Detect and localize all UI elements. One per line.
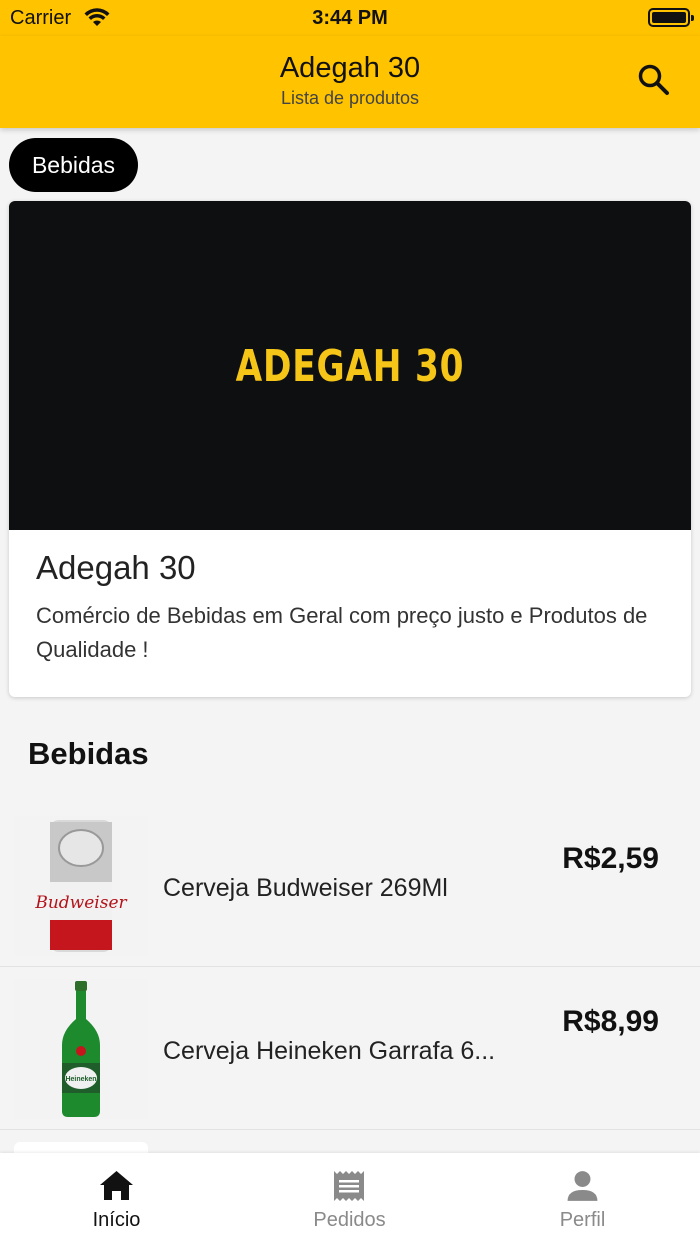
receipt-icon <box>334 1171 364 1201</box>
home-icon <box>100 1171 133 1200</box>
svg-text:Budweiser: Budweiser <box>34 893 127 913</box>
bottom-tab-bar: Início Pedidos Perfil <box>0 1153 700 1244</box>
search-icon[interactable] <box>636 62 672 98</box>
section-title: Bebidas <box>28 736 149 771</box>
person-icon <box>567 1171 598 1201</box>
product-price: R$2,59 <box>562 842 659 875</box>
page-title: Adegah 30 <box>279 52 421 84</box>
tab-label: Perfil <box>559 1209 606 1231</box>
store-description: Comércio de Bebidas em Geral com preço j… <box>36 603 648 662</box>
category-chip-bebidas[interactable]: Bebidas <box>9 138 138 192</box>
store-logo: ADEGAH 30 <box>235 341 465 392</box>
store-name: Adegah 30 <box>36 549 196 586</box>
tab-pedidos[interactable]: Pedidos <box>233 1153 466 1244</box>
page-subtitle: Lista de produtos <box>280 88 420 108</box>
app-bar: Adegah 30 Lista de produtos <box>0 36 700 128</box>
battery-icon <box>648 8 694 27</box>
tab-perfil[interactable]: Perfil <box>466 1153 699 1244</box>
tab-label: Início <box>92 1209 141 1231</box>
heineken-bottle-image: Heineken <box>14 979 148 1119</box>
store-card[interactable]: ADEGAH 30 Adegah 30 Comércio de Bebidas … <box>9 201 691 697</box>
product-item[interactable]: Budweiser Cerveja Budweiser 269Ml R$2,59 <box>0 804 700 967</box>
clock: 3:44 PM <box>312 7 388 29</box>
product-name: Cerveja Budweiser 269Ml <box>163 874 448 902</box>
store-banner: ADEGAH 30 <box>9 201 691 530</box>
svg-text:Heineken: Heineken <box>65 1076 96 1083</box>
product-item[interactable]: Heineken Cerveja Heineken Garrafa 6... R… <box>0 967 700 1130</box>
status-bar: Carrier 3:44 PM <box>0 0 700 36</box>
budweiser-can-image: Budweiser <box>14 816 148 956</box>
tab-inicio[interactable]: Início <box>0 1153 233 1244</box>
product-name: Cerveja Heineken Garrafa 6... <box>163 1037 496 1065</box>
product-price: R$8,99 <box>562 1005 659 1038</box>
tab-label: Pedidos <box>313 1209 386 1231</box>
